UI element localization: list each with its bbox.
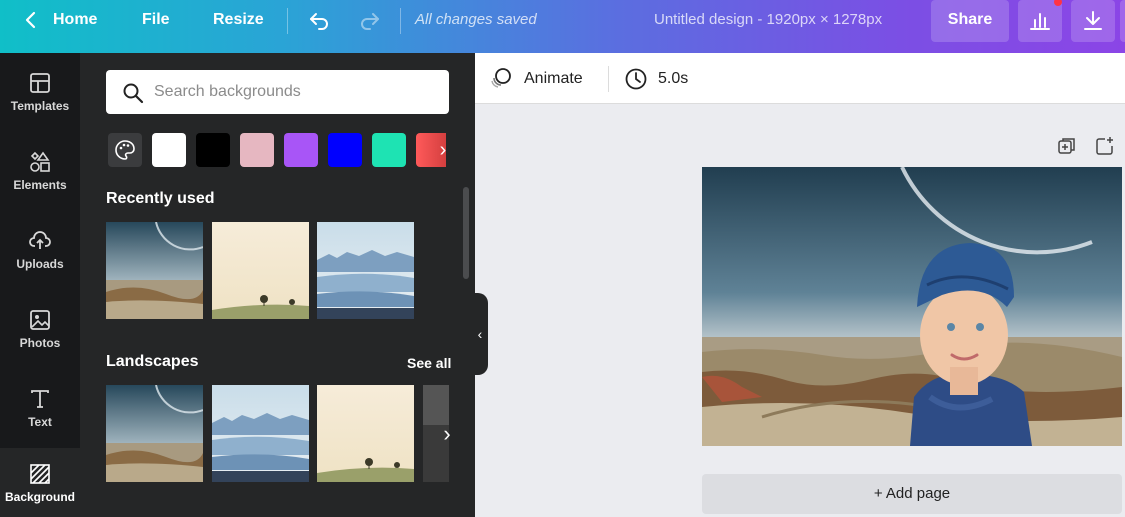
uploads-icon [29, 231, 51, 249]
download-button[interactable] [1071, 0, 1115, 42]
text-icon [31, 390, 49, 408]
add-page-icon[interactable] [1095, 136, 1115, 161]
rail-label: Text [28, 415, 52, 429]
clock-icon [624, 67, 648, 96]
collapse-panel-button[interactable]: ‹ [472, 293, 488, 375]
rail-label: Templates [10, 99, 70, 113]
see-all-link[interactable]: See all [407, 355, 451, 371]
animate-button[interactable]: Animate [524, 53, 583, 104]
recently-used-title: Recently used [106, 190, 215, 207]
background-icon [30, 464, 50, 484]
color-swatch-teal[interactable] [372, 133, 406, 167]
design-title[interactable]: Untitled design - 1920px × 1278px [654, 0, 882, 40]
side-rail: Templates Elements Uploads Photos Text B… [0, 53, 80, 517]
landscapes-title: Landscapes [106, 353, 199, 370]
chevron-right-icon[interactable]: › [433, 133, 453, 167]
rail-background[interactable]: Background [0, 448, 80, 517]
search-icon [123, 83, 144, 104]
elements-icon [30, 151, 50, 172]
more-button[interactable] [1120, 0, 1125, 42]
rail-elements[interactable]: Elements [0, 132, 80, 211]
add-page-button[interactable]: + Add page [702, 474, 1122, 514]
divider [400, 8, 401, 34]
insights-button[interactable] [1018, 0, 1062, 42]
background-thumbnail[interactable] [212, 222, 309, 319]
divider [287, 8, 288, 34]
home-button[interactable]: Home [53, 0, 97, 40]
color-swatch-white[interactable] [152, 133, 186, 167]
rail-label: Photos [19, 336, 61, 350]
background-panel: › Recently used Lan [80, 53, 475, 517]
photos-icon [30, 310, 50, 330]
chevron-right-icon[interactable]: › [435, 414, 459, 454]
landscape-thumbnail[interactable] [106, 385, 203, 482]
rail-uploads[interactable]: Uploads [0, 211, 80, 290]
divider [608, 66, 609, 92]
chevron-left-icon[interactable] [22, 10, 40, 35]
landscape-thumbnail[interactable] [317, 385, 414, 482]
rail-label: Uploads [16, 257, 64, 271]
panel-scrollbar[interactable] [463, 187, 469, 279]
search-box[interactable] [106, 70, 449, 114]
rail-templates[interactable]: Templates [0, 53, 80, 132]
color-picker-button[interactable] [108, 133, 142, 167]
redo-icon[interactable] [358, 8, 382, 37]
rail-photos[interactable]: Photos [0, 290, 80, 369]
editor-toolbar: Animate 5.0s [475, 53, 1125, 104]
rail-label: Elements [13, 178, 67, 192]
rail-label: Background [4, 490, 75, 504]
animate-icon [489, 66, 513, 95]
share-button[interactable]: Share [931, 0, 1009, 42]
color-swatch-blue[interactable] [328, 133, 362, 167]
palette-icon [115, 140, 135, 160]
color-swatch-black[interactable] [196, 133, 230, 167]
duration-button[interactable]: 5.0s [658, 53, 688, 104]
rail-text[interactable]: Text [0, 369, 80, 448]
landscape-thumbnail[interactable] [212, 385, 309, 482]
background-thumbnail[interactable] [317, 222, 414, 319]
bar-chart-icon [1030, 13, 1050, 30]
top-bar: Home File Resize All changes saved Untit… [0, 0, 1125, 53]
templates-icon [30, 73, 50, 93]
file-menu[interactable]: File [142, 0, 170, 40]
color-swatch-purple[interactable] [284, 133, 318, 167]
save-status: All changes saved [415, 11, 537, 28]
search-input[interactable] [154, 70, 434, 114]
resize-button[interactable]: Resize [213, 0, 264, 40]
download-icon [1084, 11, 1102, 30]
design-canvas[interactable] [702, 167, 1122, 446]
undo-icon[interactable] [307, 8, 331, 37]
color-swatch-pink[interactable] [240, 133, 274, 167]
duplicate-page-icon[interactable] [1057, 136, 1077, 161]
background-thumbnail[interactable] [106, 222, 203, 319]
